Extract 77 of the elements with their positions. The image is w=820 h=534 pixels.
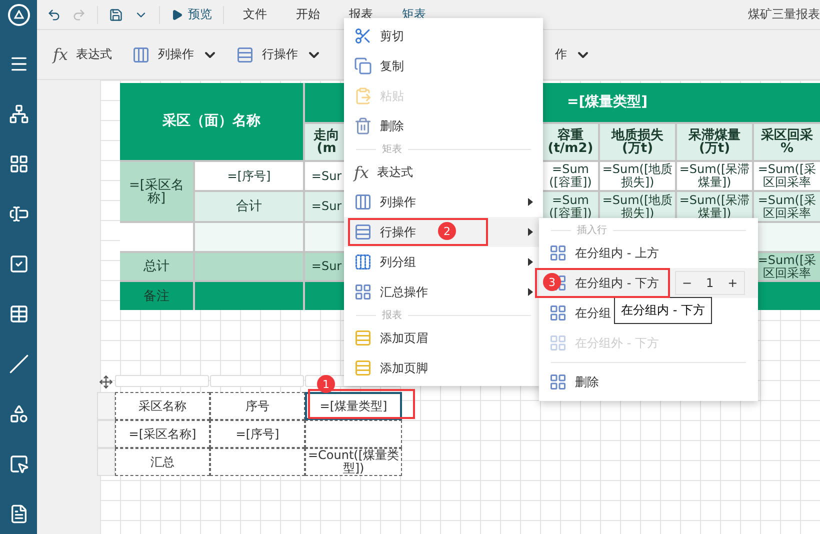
table-cell: 备注: [120, 282, 193, 310]
table-cell: =Sum([采区回采率: [754, 192, 820, 221]
column-header: 地质损失 (万t): [600, 124, 675, 160]
trash-icon: [354, 117, 372, 135]
row-handle[interactable]: [97, 392, 115, 420]
play-icon[interactable]: [171, 8, 183, 20]
document-title: 煤矿三量报表: [748, 6, 820, 23]
rows-icon: [354, 223, 372, 241]
table-cell: 合计: [195, 192, 303, 221]
line-icon[interactable]: [8, 352, 30, 376]
designer-cell[interactable]: [210, 448, 305, 476]
preview-button[interactable]: 预览: [188, 6, 212, 23]
table-cell: =[采区名称]: [120, 162, 193, 221]
copy-icon: [354, 57, 372, 75]
header-icon: [354, 329, 372, 347]
table-cell: =Sum([容重]): [543, 162, 598, 190]
designer-cell[interactable]: =[采区名称]: [115, 420, 210, 448]
toolbar-button[interactable]: fx 表达式: [51, 41, 114, 68]
submenu-arrow-icon: [528, 198, 533, 206]
table-cell: =Sum([呆滞煤量]): [677, 162, 752, 190]
menu-tab[interactable]: 文件: [243, 6, 267, 23]
table-cell: =Sum([地质损失]): [600, 162, 675, 190]
number-stepper[interactable]: − 1 +: [674, 271, 745, 295]
table-cell: 总计: [120, 253, 193, 280]
grid-icon: [549, 244, 567, 262]
clipboard-icon: [354, 87, 372, 105]
section-label: 报表: [382, 308, 402, 322]
designer-cell[interactable]: =[序号]: [210, 420, 305, 448]
menu-tab[interactable]: 开始: [296, 6, 320, 23]
hierarchy-icon[interactable]: [8, 102, 30, 126]
toolbar-button[interactable]: 行操作: [234, 42, 324, 68]
logo-icon: [8, 4, 30, 26]
row-handle[interactable]: [97, 448, 115, 476]
column-header: 采区回采 %: [754, 124, 820, 160]
footer-icon: [354, 359, 372, 377]
rows-icon: [236, 46, 254, 64]
dashed-columns-icon: [354, 253, 372, 271]
designer-cell[interactable]: [305, 420, 402, 448]
designer-cell[interactable]: 采区名称: [115, 392, 210, 420]
fx-icon: fx: [354, 162, 369, 182]
column-handle[interactable]: [210, 375, 304, 387]
designer-cell[interactable]: =[煤量类型]: [305, 392, 402, 420]
undo-icon[interactable]: [47, 8, 61, 22]
section-label: 插入行: [577, 224, 607, 237]
submenu-arrow-icon: [528, 228, 533, 236]
column-handle[interactable]: [115, 375, 209, 387]
submenu-arrow-icon: [528, 258, 533, 266]
table-cell: =[序号]: [195, 162, 303, 190]
row-handle[interactable]: [97, 420, 115, 448]
grid-icon: [549, 334, 567, 352]
minus-button[interactable]: −: [682, 276, 692, 290]
column-header: 容重 (t/m2): [543, 124, 598, 160]
menu-item[interactable]: 剪切: [344, 21, 543, 51]
grid-icon: [549, 304, 567, 322]
grid-icon: [354, 283, 372, 301]
save-icon[interactable]: [109, 8, 123, 22]
fx-icon: fx: [53, 45, 68, 64]
menu-item[interactable]: 复制: [344, 51, 543, 81]
designer-cell[interactable]: 汇总: [115, 448, 210, 476]
columns-icon: [354, 193, 372, 211]
table-cell: =Sum([采区回采率: [754, 162, 820, 190]
plus-button[interactable]: +: [728, 276, 738, 290]
designer-cell[interactable]: =Count([煤量类型]): [305, 448, 402, 476]
submenu-arrow-icon: [528, 288, 533, 296]
menu-item[interactable]: 添加页眉: [344, 323, 543, 353]
table-header: 采区（面）名称: [120, 83, 303, 160]
toolbar-button[interactable]: 列操作: [130, 42, 220, 68]
columns-icon: [132, 46, 150, 64]
scissors-icon: [354, 27, 372, 45]
designer-cell[interactable]: 序号: [210, 392, 305, 420]
column-header: 呆滞煤量 (万t): [677, 124, 752, 160]
toolbar-button[interactable]: 作: [552, 42, 593, 67]
stepper-value: 1: [706, 276, 714, 290]
move-handle-icon[interactable]: [99, 375, 113, 389]
section-label: 矩表: [382, 142, 402, 156]
tooltip: 在分组内 - 下方: [614, 297, 712, 324]
grid-icon: [549, 373, 567, 391]
